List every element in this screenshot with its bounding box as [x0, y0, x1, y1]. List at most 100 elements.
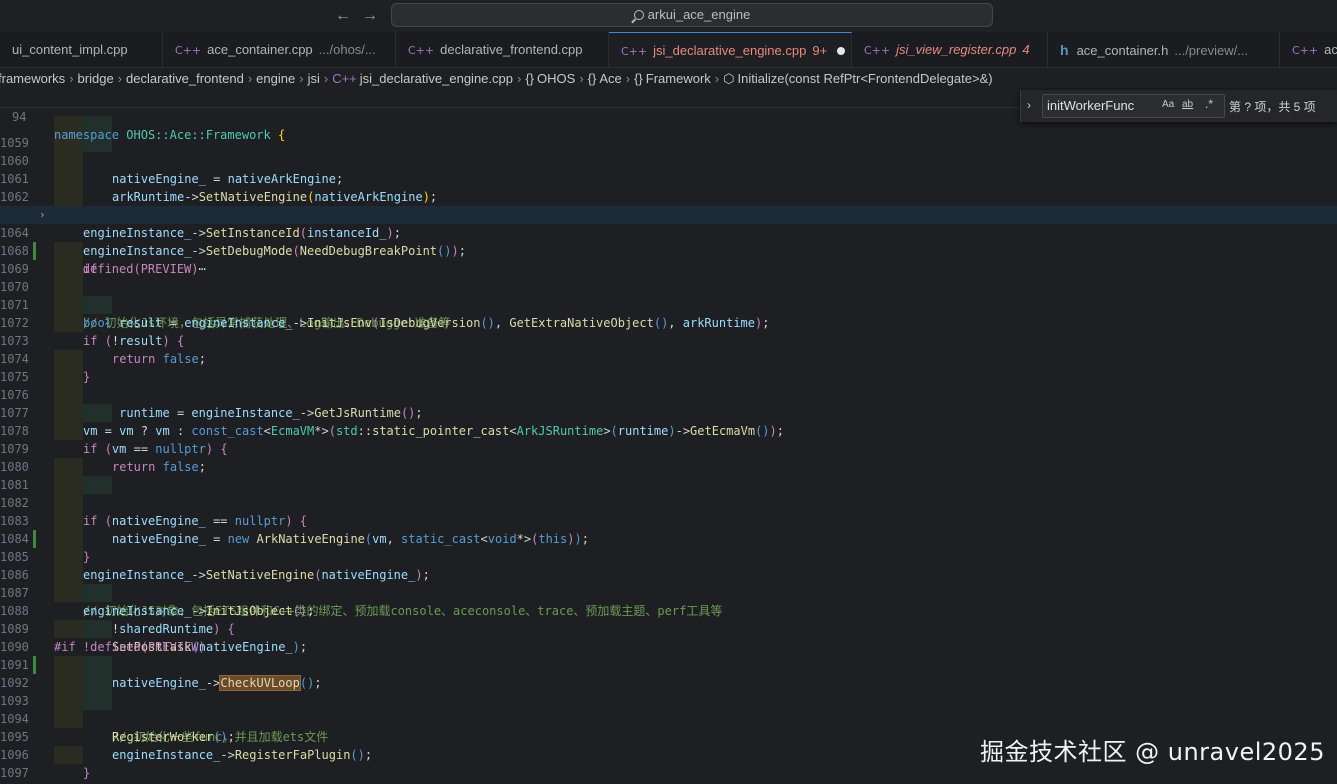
cpp-file-icon: C++ [175, 44, 202, 57]
code-line: 1071 if (!result) { [0, 278, 1337, 348]
code-line: 1088 SetPostTask(nativeEngine_); [0, 584, 1337, 654]
tab-label: ace_ [1324, 42, 1337, 57]
cpp-file-icon: C++ [408, 44, 435, 57]
forward-arrow-icon[interactable]: → [360, 6, 380, 26]
problems-badge: 4 [1022, 42, 1030, 57]
code-line: 1086 engineInstance_->InitJsObject(); [0, 548, 1337, 618]
tab-label: ace_container.h [1076, 43, 1169, 58]
code-line: 1089 #if !defined(PREVIEW) [0, 602, 1337, 654]
tab-description: .../preview/... [1174, 43, 1249, 58]
cpp-file-icon: C++ [621, 45, 648, 58]
code-line: 1082 nativeEngine_ = new ArkNativeEngine… [0, 476, 1337, 546]
line-number: 94 [12, 110, 27, 124]
tab-ui-content-impl[interactable]: ui_content_impl.cpp [0, 32, 163, 67]
tab-ace-overflow[interactable]: C++ ace_ [1280, 32, 1337, 67]
code-line: 1073 } [0, 314, 1337, 384]
code-line: 1069 // 初始化Js环境，包括异常捕获处理、Log输出、Debugger准… [0, 242, 1337, 330]
chevron-right-icon[interactable]: › [1027, 98, 1031, 112]
code-line: 1062 engineInstance_->SetInstanceId(inst… [0, 170, 1337, 240]
tab-description: .../ohos/... [318, 42, 376, 57]
tab-label: declarative_frontend.cpp [440, 42, 583, 57]
code-line: 1092 // 初始化一些func，并且加载ets文件 [0, 656, 1337, 744]
breadcrumb-item[interactable]: Initialize(const RefPtr<FrontendDelegate… [738, 71, 993, 86]
git-change-marker[interactable] [33, 530, 36, 548]
chevron-right-icon: › [299, 71, 304, 86]
code-line: 1072 return false; [0, 296, 1337, 366]
find-widget: › initWorkerFunc Aa ab .* 第 ? 项，共 5 项 [1020, 90, 1337, 122]
tab-label: ui_content_impl.cpp [12, 42, 128, 57]
code-line: 1090 nativeEngine_->CheckUVLoop(); [0, 620, 1337, 691]
back-arrow-icon[interactable]: ← [333, 6, 353, 26]
tab-jsi-view-register[interactable]: C++ jsi_view_register.cpp 4 [852, 32, 1048, 67]
code-line: 1081 if (nativeEngine_ == nullptr) { [0, 458, 1337, 528]
code-line: 1077 if (vm == nullptr) { [0, 386, 1337, 456]
breadcrumb-item[interactable]: jsi [308, 71, 320, 86]
chevron-right-icon: › [714, 71, 720, 86]
code-line: 1084 engineInstance_->SetNativeEngine(na… [0, 512, 1337, 582]
chevron-right-icon: › [323, 71, 329, 86]
breadcrumb-item[interactable]: Ace [599, 71, 621, 86]
code-line: 1068 #endif [0, 224, 1337, 276]
find-input[interactable]: initWorkerFunc [1042, 94, 1225, 118]
chevron-right-icon: › [69, 71, 74, 86]
chevron-right-icon: › [625, 71, 631, 86]
code-line: 1091 #endif [0, 638, 1337, 690]
code-editor[interactable]: 94 namespace OHOS::Ace::Framework { 1059… [0, 90, 1337, 784]
watermark: 掘金技术社区 @ unravel2025 [980, 738, 1325, 766]
tab-declarative-frontend[interactable]: C++ declarative_frontend.cpp [396, 32, 609, 67]
namespace-icon: {} [634, 71, 643, 86]
code-line: 1061 } [0, 152, 1337, 222]
code-token: namespace [54, 128, 120, 142]
code-line: 1080 [0, 440, 1337, 474]
cpp-file-icon: C++ [332, 71, 357, 86]
tab-label: jsi_declarative_engine.cpp [653, 43, 807, 58]
code-line: 1079 } [0, 422, 1337, 492]
search-icon [633, 10, 644, 20]
namespace-icon: {} [587, 71, 597, 86]
chevron-right-icon: › [247, 71, 253, 86]
breadcrumb: frameworks › bridge › declarative_frontend › e… [0, 68, 1337, 90]
code-line: 1085 // 初始化JS对象，包括ETS组件和C++类的绑定、预加载conso… [0, 530, 1337, 618]
code-line: 1076 vm = vm ? vm : const_cast<EcmaVM*>(… [0, 368, 1337, 438]
command-center-search[interactable]: arkui_ace_engine [391, 3, 993, 27]
tab-jsi-declarative-engine[interactable]: C++ jsi_declarative_engine.cpp 9+ [609, 32, 852, 67]
namespace-icon: {} [525, 71, 535, 86]
code-line: 1093 RegisterWorker(); [0, 674, 1337, 744]
cpp-file-icon: C++ [864, 44, 891, 57]
tab-ace-container-cpp[interactable]: C++ ace_container.cpp .../ohos/... [163, 32, 396, 67]
code-line: 1094 engineInstance_->RegisterFaPlugin()… [0, 692, 1337, 762]
match-whole-word-icon[interactable]: ab [1182, 99, 1193, 110]
chevron-right-icon: › [516, 71, 522, 86]
git-change-marker[interactable] [33, 242, 36, 260]
breadcrumb-item[interactable]: frameworks [0, 71, 65, 86]
regex-icon[interactable]: .* [1205, 97, 1213, 111]
code-line: 1075 auto runtime = engineInstance_->Get… [0, 350, 1337, 420]
code-line: 1095 } [0, 710, 1337, 780]
match-case-icon[interactable]: Aa [1162, 99, 1174, 110]
fold-chevron-right-icon[interactable]: › [39, 206, 46, 224]
header-file-icon: h [1060, 42, 1069, 58]
breadcrumb-item[interactable]: Framework [646, 71, 711, 86]
chevron-right-icon: › [117, 71, 123, 86]
find-result-count: 第 ? 项，共 5 项 [1229, 100, 1316, 114]
code-line-folded: 1064 › #if defined(PREVIEW)⋯ [0, 206, 1337, 276]
code-line: 1063 engineInstance_->SetDebugMode(NeedD… [0, 188, 1337, 258]
chevron-right-icon: › [579, 71, 584, 86]
search-label: arkui_ace_engine [647, 7, 751, 22]
breadcrumb-item[interactable]: engine [256, 71, 295, 86]
code-token: OHOS::Ace::Framework [126, 128, 271, 142]
editor-tab-bar: ui_content_impl.cpp C++ ace_container.cpp… [0, 32, 1337, 68]
tab-label: jsi_view_register.cpp [896, 42, 1017, 57]
cpp-file-icon: C++ [1292, 44, 1319, 57]
breadcrumb-item[interactable]: declarative_frontend [126, 71, 244, 86]
breadcrumb-item[interactable]: bridge [78, 71, 114, 86]
breadcrumb-item[interactable]: OHOS [537, 71, 575, 86]
breadcrumb-item[interactable]: jsi_declarative_engine.cpp [360, 71, 513, 86]
method-cube-icon: ⬡ [723, 71, 735, 86]
tab-ace-container-h[interactable]: h ace_container.h .../preview/... [1048, 32, 1280, 67]
code-line: 1070 bool result = engineInstance_->Init… [0, 260, 1337, 330]
git-change-marker[interactable] [33, 656, 36, 674]
unsaved-dot-icon[interactable] [837, 47, 846, 55]
code-text: namespace OHOS::Ace::Framework { [54, 128, 286, 142]
code-line: 1083 } [0, 494, 1337, 564]
